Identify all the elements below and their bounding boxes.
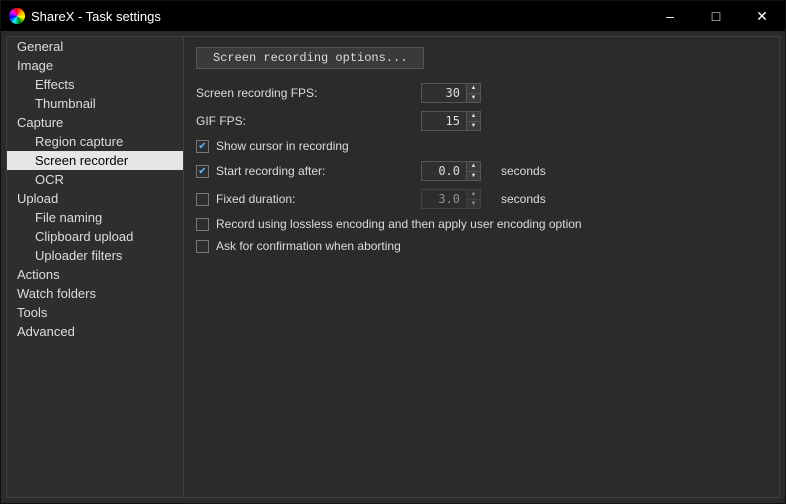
fixed-duration-checkbox[interactable] <box>196 193 209 206</box>
window: ShareX - Task settings – □ ✕ GeneralImag… <box>0 0 786 504</box>
down-arrow-icon[interactable]: ▼ <box>467 122 480 131</box>
start-after-label: Start recording after: <box>216 164 325 178</box>
fps-value[interactable]: 30 <box>422 84 466 102</box>
sidebar-item-upload[interactable]: Upload <box>7 189 183 208</box>
fps-row: Screen recording FPS: 30 ▲ ▼ <box>196 83 767 103</box>
lossless-checkbox[interactable] <box>196 218 209 231</box>
sidebar-item-actions[interactable]: Actions <box>7 265 183 284</box>
gif-fps-input[interactable]: 15 ▲ ▼ <box>421 111 481 131</box>
close-button[interactable]: ✕ <box>739 1 785 31</box>
window-controls: – □ ✕ <box>647 1 785 31</box>
lossless-row: Record using lossless encoding and then … <box>196 217 767 231</box>
app-icon <box>9 8 25 24</box>
sidebar-item-clipboard-upload[interactable]: Clipboard upload <box>7 227 183 246</box>
fps-spinner-buttons: ▲ ▼ <box>466 84 480 102</box>
start-after-spinner-buttons: ▲ ▼ <box>466 162 480 180</box>
start-after-suffix: seconds <box>491 164 546 178</box>
sidebar-item-thumbnail[interactable]: Thumbnail <box>7 94 183 113</box>
screen-recording-options-button[interactable]: Screen recording options... <box>196 47 424 69</box>
gif-fps-label: GIF FPS: <box>196 114 421 128</box>
sidebar-item-watch-folders[interactable]: Watch folders <box>7 284 183 303</box>
down-arrow-icon[interactable]: ▼ <box>467 172 480 181</box>
ask-confirm-row: Ask for confirmation when aborting <box>196 239 767 253</box>
up-arrow-icon[interactable]: ▲ <box>467 112 480 122</box>
sidebar-item-region-capture[interactable]: Region capture <box>7 132 183 151</box>
start-after-value[interactable]: 0.0 <box>422 162 466 180</box>
fixed-duration-suffix: seconds <box>491 192 546 206</box>
gif-fps-spinner-buttons: ▲ ▼ <box>466 112 480 130</box>
sidebar-item-image[interactable]: Image <box>7 56 183 75</box>
lossless-label: Record using lossless encoding and then … <box>216 217 582 231</box>
content-panel: Screen recording options... Screen recor… <box>184 36 780 498</box>
start-after-row: Start recording after: 0.0 ▲ ▼ seconds <box>196 161 767 181</box>
sidebar-item-effects[interactable]: Effects <box>7 75 183 94</box>
sidebar-item-screen-recorder[interactable]: Screen recorder <box>7 151 183 170</box>
minimize-button[interactable]: – <box>647 1 693 31</box>
show-cursor-row: Show cursor in recording <box>196 139 767 153</box>
ask-confirm-checkbox[interactable] <box>196 240 209 253</box>
down-arrow-icon: ▼ <box>467 200 480 209</box>
sidebar-item-uploader-filters[interactable]: Uploader filters <box>7 246 183 265</box>
up-arrow-icon[interactable]: ▲ <box>467 84 480 94</box>
fps-label: Screen recording FPS: <box>196 86 421 100</box>
up-arrow-icon[interactable]: ▲ <box>467 162 480 172</box>
up-arrow-icon: ▲ <box>467 190 480 200</box>
gif-fps-value[interactable]: 15 <box>422 112 466 130</box>
maximize-button[interactable]: □ <box>693 1 739 31</box>
sidebar-item-advanced[interactable]: Advanced <box>7 322 183 341</box>
gif-fps-row: GIF FPS: 15 ▲ ▼ <box>196 111 767 131</box>
client-area: GeneralImageEffectsThumbnailCaptureRegio… <box>1 31 785 503</box>
fps-input[interactable]: 30 ▲ ▼ <box>421 83 481 103</box>
ask-confirm-label: Ask for confirmation when aborting <box>216 239 401 253</box>
sidebar-item-ocr[interactable]: OCR <box>7 170 183 189</box>
show-cursor-checkbox[interactable] <box>196 140 209 153</box>
fixed-duration-value: 3.0 <box>422 190 466 208</box>
settings-sidebar: GeneralImageEffectsThumbnailCaptureRegio… <box>6 36 184 498</box>
window-title: ShareX - Task settings <box>31 9 647 24</box>
titlebar: ShareX - Task settings – □ ✕ <box>1 1 785 31</box>
fixed-duration-label: Fixed duration: <box>216 192 295 206</box>
sidebar-item-file-naming[interactable]: File naming <box>7 208 183 227</box>
start-after-checkbox[interactable] <box>196 165 209 178</box>
start-after-input[interactable]: 0.0 ▲ ▼ <box>421 161 481 181</box>
sidebar-item-tools[interactable]: Tools <box>7 303 183 322</box>
sidebar-item-capture[interactable]: Capture <box>7 113 183 132</box>
fixed-duration-input: 3.0 ▲ ▼ <box>421 189 481 209</box>
down-arrow-icon[interactable]: ▼ <box>467 94 480 103</box>
show-cursor-label: Show cursor in recording <box>216 139 349 153</box>
fixed-duration-row: Fixed duration: 3.0 ▲ ▼ seconds <box>196 189 767 209</box>
fixed-duration-spinner-buttons: ▲ ▼ <box>466 190 480 208</box>
sidebar-item-general[interactable]: General <box>7 37 183 56</box>
